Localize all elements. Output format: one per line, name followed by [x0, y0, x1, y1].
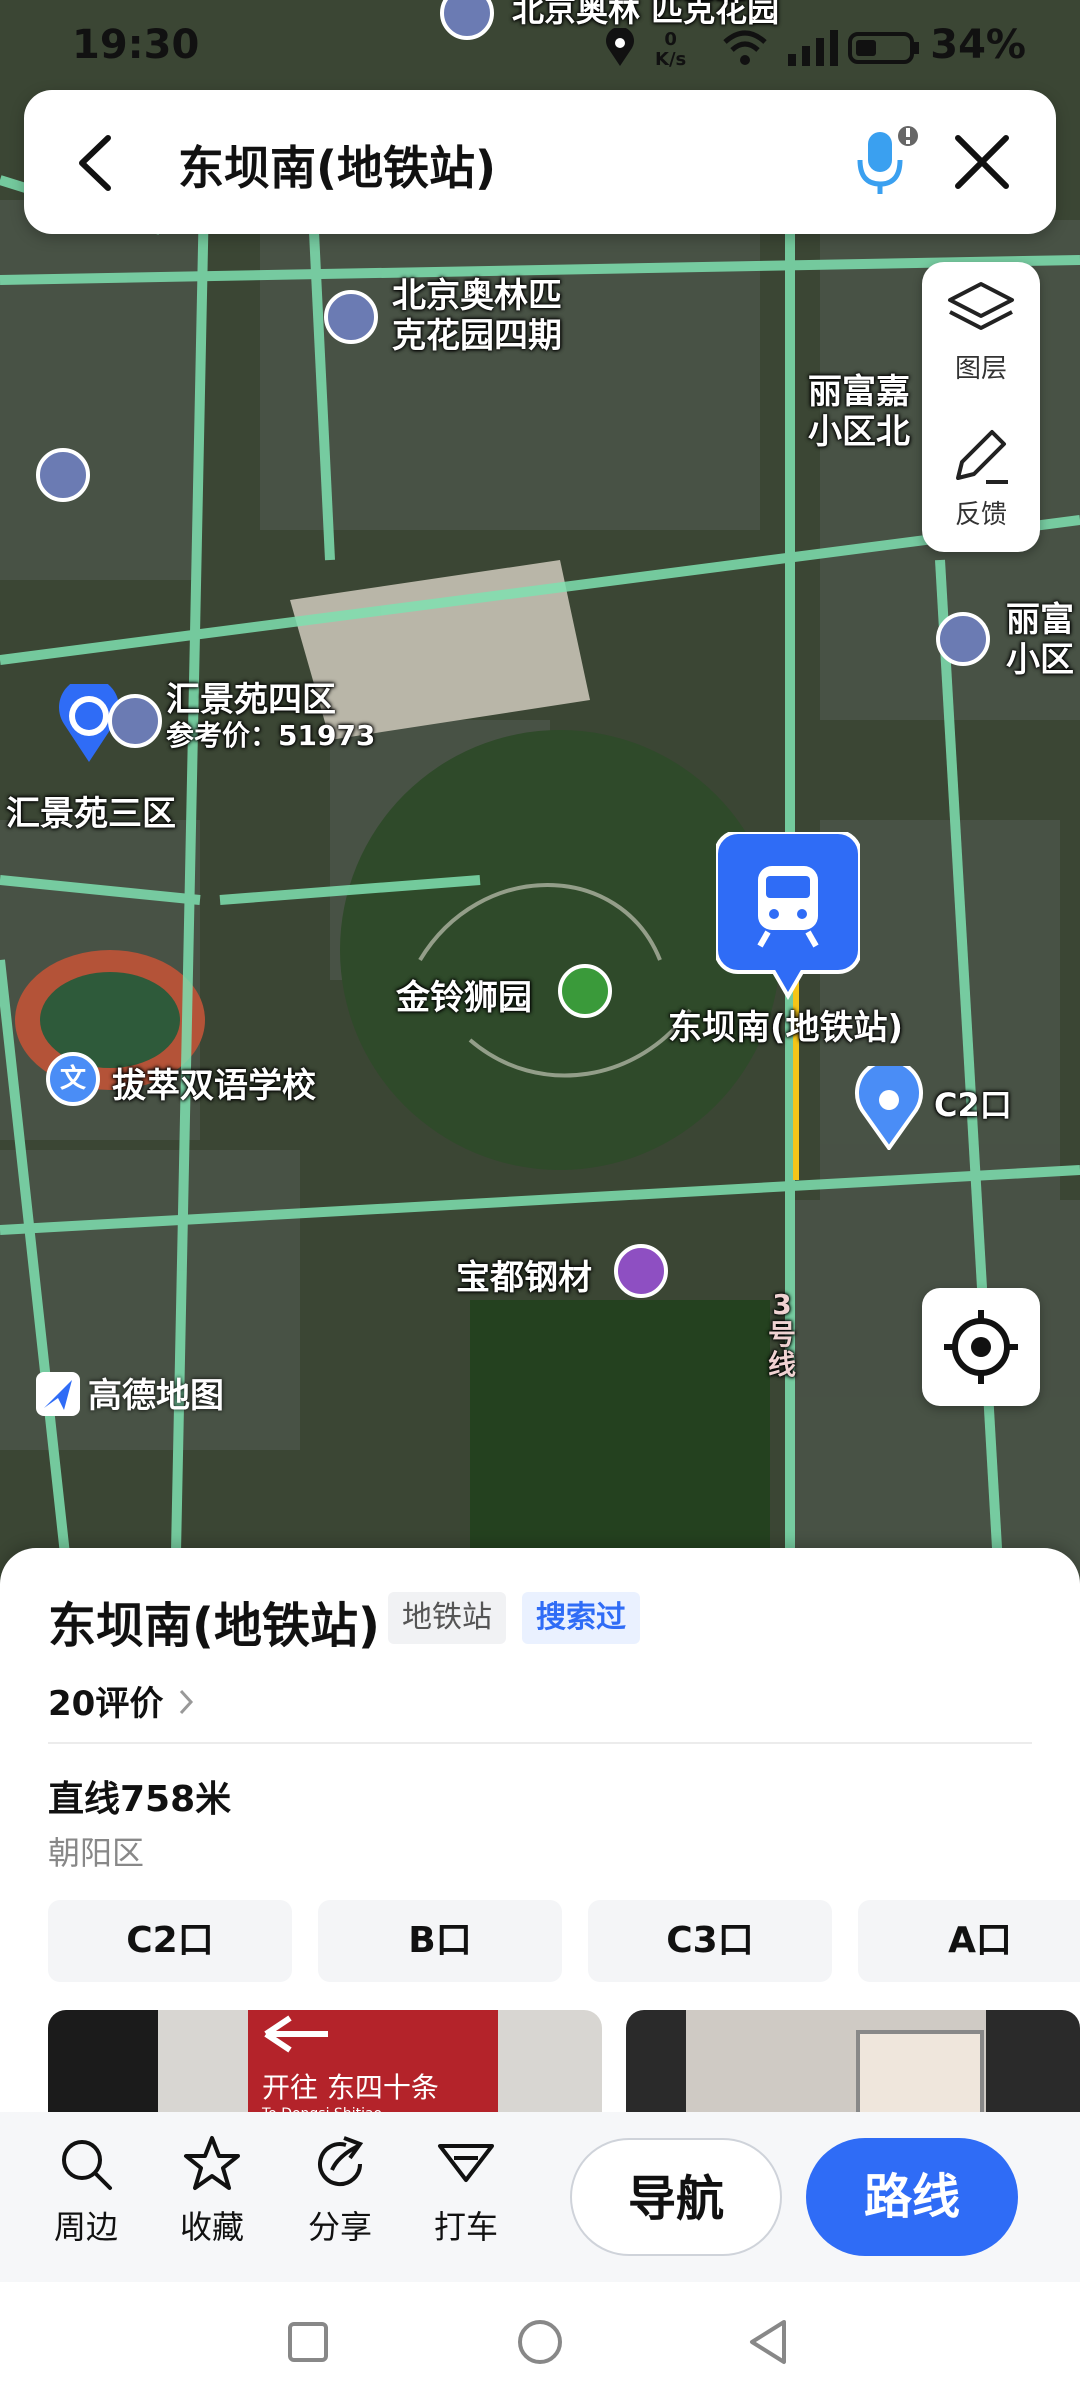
- place-type-tag: 地铁站: [388, 1592, 506, 1644]
- searched-tag: 搜索过: [522, 1592, 640, 1644]
- layers-label: 图层: [954, 354, 1007, 384]
- distance-text: 直线758米: [48, 1779, 232, 1820]
- exit-chip-c2[interactable]: C2口: [48, 1900, 292, 1982]
- navigate-button[interactable]: 导航: [570, 2138, 782, 2256]
- status-time: 19:30: [72, 22, 200, 68]
- poi-label-olympic-garden-4[interactable]: 北京奥林匹 克花园四期: [392, 276, 562, 356]
- district-text: 朝阳区: [48, 1834, 145, 1872]
- poi-residential-icon[interactable]: [936, 612, 990, 666]
- voice-search-icon[interactable]: [844, 122, 924, 202]
- park-tree-icon[interactable]: [558, 964, 612, 1018]
- close-icon[interactable]: [944, 124, 1020, 200]
- share-button[interactable]: 分享: [290, 2134, 390, 2248]
- nearby-label: 周边: [53, 2208, 118, 2246]
- layers-icon: [948, 282, 1014, 330]
- poi-label-huijingyuan-3[interactable]: 汇景苑三区: [6, 786, 176, 835]
- chevron-right-icon: [180, 1689, 194, 1715]
- map-view[interactable]: 北京奥林 匹克花园 北京奥林匹 克花园四期 丽富嘉 小区北 丽富 小区 汇景苑四…: [0, 0, 1080, 1600]
- nearby-button[interactable]: 周边: [36, 2134, 136, 2248]
- poi-label-lifu[interactable]: 丽富 小区: [1006, 600, 1074, 680]
- back-nav-icon[interactable]: [744, 2318, 792, 2366]
- star-icon: [184, 2136, 240, 2190]
- status-bar: 19:30 0 K/s 34%: [0, 0, 1080, 96]
- share-icon: [318, 2136, 364, 2187]
- shop-icon[interactable]: [614, 1244, 668, 1298]
- poi-label-baodu[interactable]: 宝都钢材: [456, 1250, 592, 1299]
- search-query-text[interactable]: 东坝南(地铁站): [178, 132, 496, 198]
- locate-crosshair-icon: [944, 1310, 1018, 1384]
- poi-residential-icon[interactable]: [324, 290, 378, 344]
- location-status-icon: [606, 28, 634, 66]
- poi-label-school[interactable]: 拔萃双语学校: [112, 1058, 316, 1107]
- reviews-count: 20评价: [48, 1684, 164, 1724]
- status-battery: 34%: [930, 22, 1026, 68]
- back-icon[interactable]: [64, 128, 134, 198]
- exit-chip-b[interactable]: B口: [318, 1900, 562, 1982]
- arrow-left-icon: [264, 2015, 328, 2053]
- poi-residential-icon[interactable]: [108, 694, 162, 748]
- feedback-label: 反馈: [954, 500, 1007, 530]
- edit-pencil-icon: [956, 430, 1008, 484]
- place-title: 东坝南(地铁站): [48, 1598, 380, 1654]
- system-nav-bar: [0, 2282, 1080, 2400]
- wifi-icon: [723, 30, 767, 65]
- map-tools-panel: 图层 反馈: [922, 262, 1040, 552]
- feedback-button[interactable]: 反馈: [922, 426, 1040, 531]
- home-icon[interactable]: [516, 2318, 564, 2366]
- battery-icon: [848, 32, 919, 64]
- poi-price-huijingyuan-4: 参考价：51973: [166, 719, 376, 752]
- subway-line-label: 3 号 线: [768, 1288, 797, 1381]
- signal-icon: [788, 30, 838, 66]
- favorite-label: 收藏: [179, 2208, 244, 2246]
- sign-text: 开往 东四十条: [262, 2071, 439, 2104]
- route-button[interactable]: 路线: [806, 2138, 1018, 2256]
- poi-label-jinling-park[interactable]: 金铃狮园: [396, 970, 532, 1019]
- taxi-button[interactable]: 打车: [416, 2134, 516, 2248]
- status-net-speed: 0 K/s: [655, 29, 687, 70]
- exit-chip-c3[interactable]: C3口: [588, 1900, 832, 1982]
- exit-marker-c2[interactable]: [852, 1066, 926, 1150]
- amap-logo-icon: [36, 1372, 80, 1416]
- reviews-link[interactable]: 20评价: [48, 1676, 197, 1725]
- share-label: 分享: [307, 2208, 372, 2246]
- taxi-flag-icon: [438, 2144, 494, 2182]
- recent-apps-icon[interactable]: [286, 2320, 330, 2364]
- station-marker[interactable]: [716, 832, 860, 1002]
- school-icon[interactable]: 文: [46, 1052, 100, 1106]
- search-bar[interactable]: 东坝南(地铁站): [24, 90, 1056, 234]
- station-label[interactable]: 东坝南(地铁站): [668, 1000, 903, 1049]
- poi-residential-icon[interactable]: [36, 448, 90, 502]
- map-brand-label: 高德地图: [88, 1376, 224, 1416]
- favorite-button[interactable]: 收藏: [162, 2134, 262, 2248]
- exit-chip-a[interactable]: A口: [858, 1900, 1080, 1982]
- search-icon: [62, 2140, 112, 2190]
- subway-train-icon: [716, 832, 860, 1000]
- poi-label-lifujia-north[interactable]: 丽富嘉 小区北: [808, 372, 910, 452]
- locate-me-button[interactable]: [922, 1288, 1040, 1406]
- taxi-label: 打车: [433, 2208, 498, 2246]
- layers-button[interactable]: 图层: [922, 280, 1040, 385]
- exit-label-c2[interactable]: C2口: [934, 1080, 1012, 1126]
- divider: [48, 1742, 1032, 1744]
- bottom-action-bar: 周边 收藏 分享 打车 导航 路线: [0, 2112, 1080, 2282]
